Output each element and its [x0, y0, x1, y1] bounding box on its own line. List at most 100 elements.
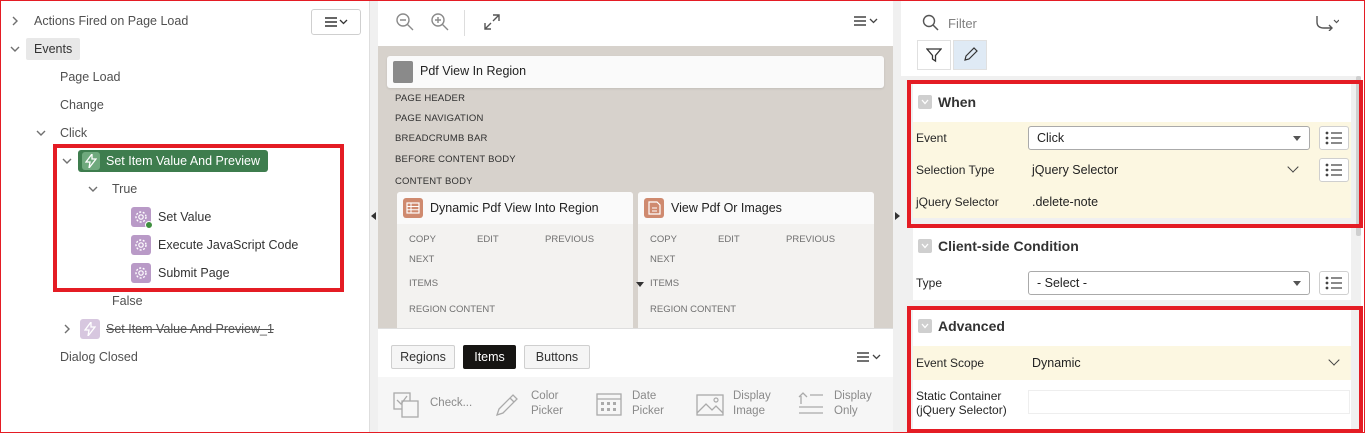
tree-row-click[interactable]: Click — [0, 121, 300, 145]
section-condition-header[interactable]: Client-side Condition — [913, 226, 1351, 266]
list-button[interactable] — [1319, 271, 1349, 295]
region-position-items[interactable]: ITEMS — [650, 278, 679, 289]
left-splitter[interactable] — [370, 0, 378, 433]
palette-item[interactable]: Date Picker — [594, 387, 689, 427]
tree-label: Click — [60, 126, 88, 140]
region-card[interactable]: Dynamic Pdf View Into Region COPY EDIT PREV… — [397, 192, 633, 328]
property-label: Type — [916, 276, 943, 290]
region-position-previous[interactable]: PREVIOUS — [545, 234, 594, 245]
tree-label: Change — [60, 98, 104, 112]
region-title: View Pdf Or Images — [671, 201, 782, 215]
go-to-group-icon[interactable] — [1315, 15, 1339, 31]
tree-label: Set Item Value And Preview_1 — [106, 322, 274, 336]
select-value: - Select - — [1037, 276, 1088, 290]
component-palette: Check... Color Picker Date Picker Display Imag… — [378, 377, 893, 433]
palette-item[interactable]: Display Only — [796, 387, 891, 427]
tree-row-dialog-closed[interactable]: Dialog Closed — [0, 345, 300, 369]
zoom-in-icon[interactable] — [430, 12, 450, 32]
palette-label-line: Only — [834, 405, 858, 417]
position-label: PAGE NAVIGATION — [395, 113, 484, 124]
position-label: BEFORE CONTENT BODY — [395, 154, 516, 165]
chevron-down-icon[interactable] — [918, 239, 932, 253]
pencil-icon — [964, 47, 978, 61]
palette-item[interactable]: Display Image — [695, 387, 790, 427]
tree-label: Events — [26, 38, 81, 60]
condition-type-row-select[interactable]: - Select - — [1028, 271, 1310, 295]
region-position-next[interactable]: NEXT — [650, 254, 675, 265]
tree-label: False — [112, 294, 143, 308]
lightning-icon — [80, 319, 100, 339]
collapse-right-icon[interactable] — [895, 212, 900, 220]
palette-label-line: Display — [834, 390, 872, 402]
tree-row-disabled-dynamic-action[interactable]: Set Item Value And Preview_1 — [0, 317, 300, 341]
zoom-out-icon[interactable] — [395, 12, 415, 32]
region-position-next[interactable]: NEXT — [409, 254, 434, 265]
tree-label: Page Load — [60, 70, 121, 84]
layout-toolbar — [378, 0, 893, 46]
region-position-edit[interactable]: EDIT — [477, 234, 499, 245]
palette-item[interactable]: Check... — [392, 387, 487, 427]
dynamic-actions-tree-pane: Actions Fired on Page Load Events Page L… — [0, 0, 370, 433]
region-position-region-content[interactable]: REGION CONTENT — [409, 304, 495, 315]
region-icon — [644, 198, 664, 218]
highlight-box — [907, 306, 1363, 433]
display-image-icon — [695, 389, 725, 419]
filter-funnel-button[interactable] — [917, 40, 951, 70]
scroll-down-icon[interactable] — [636, 282, 644, 287]
toolbar-divider — [464, 10, 465, 36]
date-picker-icon — [594, 389, 624, 419]
right-splitter[interactable] — [893, 0, 901, 433]
tab-items[interactable]: Items — [463, 345, 516, 369]
highlight-box — [907, 80, 1363, 228]
tree-row-page-load[interactable]: Page Load — [0, 65, 300, 89]
tab-buttons[interactable]: Buttons — [524, 345, 590, 369]
section-title: Client-side Condition — [938, 238, 1079, 254]
collapse-left-icon[interactable] — [371, 212, 376, 220]
position-label: BREADCRUMB BAR — [395, 133, 488, 144]
region-position-copy[interactable]: COPY — [409, 234, 436, 245]
table-icon — [403, 198, 423, 218]
chevron-down-icon[interactable] — [35, 121, 47, 145]
palette-label-line: Date — [632, 390, 657, 402]
tree-row-actions-on-load[interactable]: Actions Fired on Page Load — [0, 9, 300, 33]
tree-menu-button[interactable] — [311, 9, 361, 35]
color-picker-icon — [493, 389, 523, 419]
position-label: CONTENT BODY — [395, 176, 473, 187]
region-header[interactable]: Dynamic Pdf View Into Region — [397, 192, 633, 224]
position-label: PAGE HEADER — [395, 93, 466, 104]
show-changed-button[interactable] — [953, 40, 987, 70]
page-title: Pdf View In Region — [420, 64, 527, 78]
tree-row-false[interactable]: False — [0, 289, 300, 313]
region-position-edit[interactable]: EDIT — [718, 234, 740, 245]
tree-row-change[interactable]: Change — [0, 93, 300, 117]
palette-label: Color Picker — [531, 389, 563, 419]
palette-label-line: Check... — [430, 397, 473, 409]
region-header[interactable]: View Pdf Or Images — [638, 192, 874, 224]
expand-icon[interactable] — [482, 12, 502, 32]
chevron-down-icon[interactable] — [9, 37, 21, 61]
hamburger-chevron-icon[interactable] — [853, 12, 883, 32]
region-position-previous[interactable]: PREVIOUS — [786, 234, 835, 245]
tree-label: Dialog Closed — [60, 350, 138, 364]
filter-field[interactable] — [916, 9, 1276, 37]
palette-label-line: Image — [733, 405, 765, 417]
condition-type-row: Type - Select - — [913, 266, 1351, 300]
palette-label-line: Picker — [531, 405, 563, 417]
palette-label-line: Color — [531, 390, 559, 402]
page-card[interactable]: Pdf View In Region — [387, 56, 884, 88]
tab-regions[interactable]: Regions — [391, 345, 455, 369]
hamburger-chevron-icon[interactable] — [856, 350, 886, 364]
tree-row-events[interactable]: Events — [0, 37, 300, 61]
chevron-right-icon[interactable] — [61, 317, 73, 341]
region-position-region-content[interactable]: REGION CONTENT — [650, 304, 736, 315]
checkbox-icon — [392, 389, 422, 419]
hamburger-chevron-icon — [325, 17, 348, 27]
page-icon — [393, 61, 413, 83]
search-icon — [922, 14, 939, 31]
region-card[interactable]: View Pdf Or Images COPY EDIT PREVIOUS NEXT IT… — [638, 192, 874, 328]
region-position-items[interactable]: ITEMS — [409, 278, 438, 289]
region-position-copy[interactable]: COPY — [650, 234, 677, 245]
chevron-right-icon[interactable] — [9, 9, 21, 33]
filter-input[interactable] — [916, 9, 1276, 37]
palette-item[interactable]: Color Picker — [493, 387, 588, 427]
